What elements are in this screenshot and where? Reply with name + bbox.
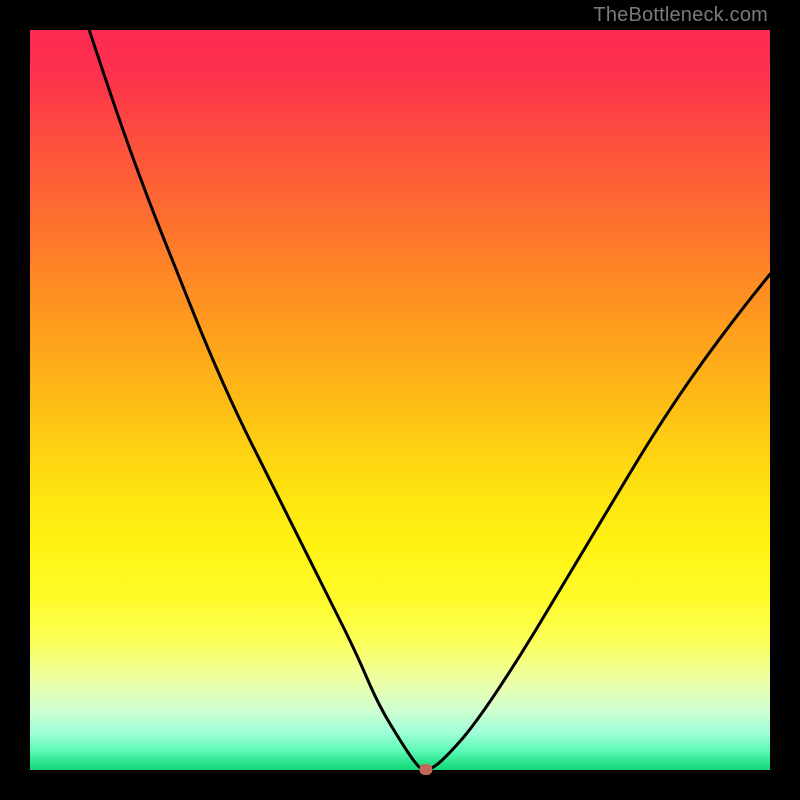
plot-svg <box>30 30 770 770</box>
chart-frame: TheBottleneck.com <box>0 0 800 800</box>
optimum-marker <box>419 764 432 775</box>
attribution-label: TheBottleneck.com <box>593 4 768 27</box>
bottleneck-curve <box>89 30 770 770</box>
plot-area <box>30 30 770 770</box>
